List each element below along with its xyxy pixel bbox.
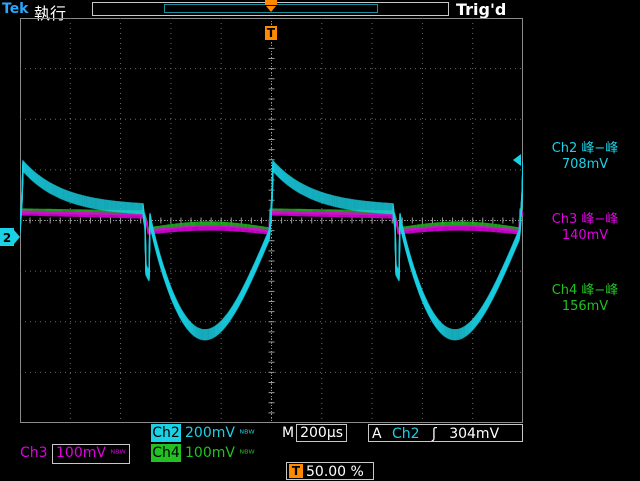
- readout-panel: Ch2 200mV ᴺᴮᵂ M 200μs A Ch2 ʃ 304mV Ch3 1…: [0, 422, 640, 480]
- horizontal-position[interactable]: T 50.00 %: [286, 462, 374, 480]
- measurement-value: 708mV: [561, 157, 609, 172]
- svg-text:2: 2: [3, 231, 11, 245]
- trigger-source: Ch2: [392, 426, 420, 442]
- timebase-label: M: [282, 425, 295, 441]
- ch4-label[interactable]: Ch4: [151, 444, 181, 462]
- ch3-scale: 100mV: [56, 445, 106, 461]
- measurement-ch2-pkpk: Ch2 峰−峰 708mV: [530, 141, 640, 173]
- measurement-ch3-pkpk: Ch3 峰−峰 140mV: [530, 212, 640, 244]
- brand-logo: Tek: [2, 1, 29, 17]
- bandwidth-limit-icon: ᴺᴮᵂ: [110, 449, 126, 460]
- trigger-level-marker[interactable]: [511, 154, 521, 166]
- ch2-label[interactable]: Ch2: [151, 424, 181, 442]
- bandwidth-limit-icon: ᴺᴮᵂ: [239, 449, 255, 460]
- measurement-ch4-pkpk: Ch4 峰−峰 156mV: [530, 283, 640, 315]
- ch4-scale-value: 100mV: [185, 445, 235, 461]
- timebase[interactable]: M 200μs: [282, 424, 360, 442]
- trigger-level: 304mV: [449, 426, 500, 442]
- waveform-display[interactable]: [20, 18, 523, 423]
- ch2-ground-marker[interactable]: 2: [0, 226, 20, 250]
- trigger-position-marker[interactable]: T: [263, 0, 279, 44]
- ch3-scale-box: 100mV ᴺᴮᵂ: [52, 444, 130, 464]
- horizontal-position-value: 50.00 %: [306, 464, 364, 480]
- measurement-name: Ch4 峰−峰: [551, 283, 619, 298]
- status-bar: Tek 執行 Trig'd: [0, 0, 640, 23]
- bandwidth-limit-icon: ᴺᴮᵂ: [239, 429, 255, 440]
- ch2-scale[interactable]: 200mV ᴺᴮᵂ: [185, 424, 280, 442]
- measurement-name: Ch3 峰−峰: [551, 212, 619, 227]
- trigger-status: Trig'd: [456, 0, 507, 19]
- measurement-value: 140mV: [561, 228, 609, 243]
- timebase-value: 200μs: [296, 424, 348, 442]
- ch2-scale-value: 200mV: [185, 425, 235, 441]
- graticule: [20, 18, 523, 423]
- trigger-slope-icon: ʃ: [432, 426, 437, 442]
- position-marker-icon: T: [289, 464, 303, 478]
- ch4-scale[interactable]: 100mV ᴺᴮᵂ: [185, 444, 280, 462]
- ch3-label: Ch3: [20, 445, 48, 461]
- measurement-name: Ch2 峰−峰: [551, 141, 619, 156]
- measurement-value: 156mV: [561, 299, 609, 314]
- trigger-mode: A: [372, 426, 382, 442]
- trigger-position-label: T: [267, 26, 276, 40]
- trigger-readout[interactable]: A Ch2 ʃ 304mV: [368, 424, 523, 442]
- ch3-readout[interactable]: Ch3 100mV ᴺᴮᵂ: [0, 444, 150, 464]
